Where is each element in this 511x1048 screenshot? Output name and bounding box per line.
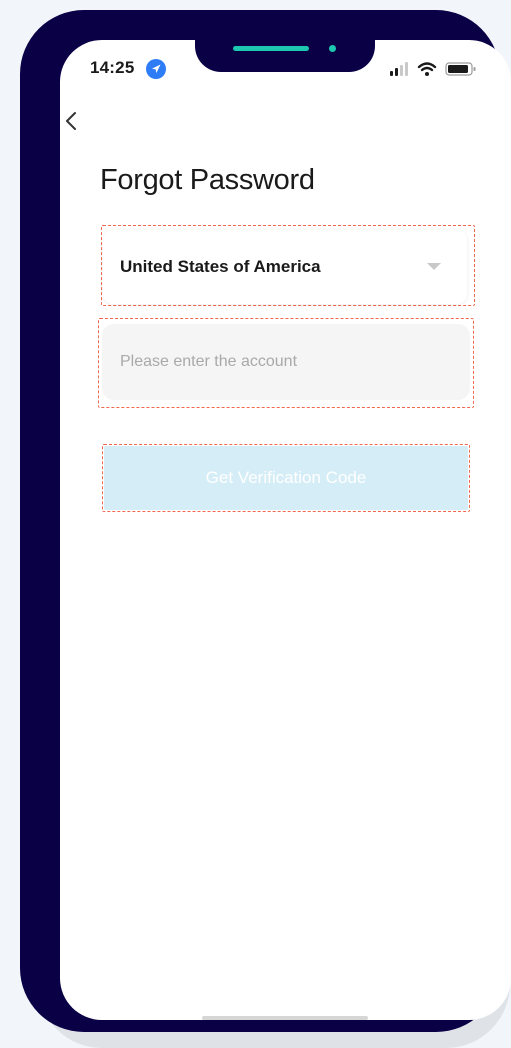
- page-title: Forgot Password: [100, 164, 315, 196]
- status-time: 14:25: [90, 58, 135, 77]
- phone-frame: 14:25 Forgot Password United States of A…: [20, 10, 511, 1032]
- country-select[interactable]: United States of America: [103, 230, 467, 304]
- country-select-value: United States of America: [120, 257, 321, 276]
- battery-icon: [445, 62, 476, 76]
- app-screen: 14:25 Forgot Password United States of A…: [60, 40, 511, 1020]
- account-input[interactable]: [102, 324, 470, 400]
- wifi-icon: [417, 62, 437, 76]
- location-arrow-icon: [146, 59, 166, 79]
- chevron-left-icon: [60, 112, 88, 142]
- notch-speaker: [233, 46, 309, 51]
- phone-notch: [195, 20, 375, 72]
- chevron-down-icon: [427, 263, 441, 270]
- get-verification-code-button[interactable]: Get Verification Code: [104, 446, 468, 510]
- cellular-signal-icon: [390, 62, 408, 76]
- home-indicator: [202, 1016, 368, 1020]
- back-button[interactable]: [60, 104, 88, 138]
- notch-camera: [329, 45, 336, 52]
- status-icons: [390, 60, 500, 78]
